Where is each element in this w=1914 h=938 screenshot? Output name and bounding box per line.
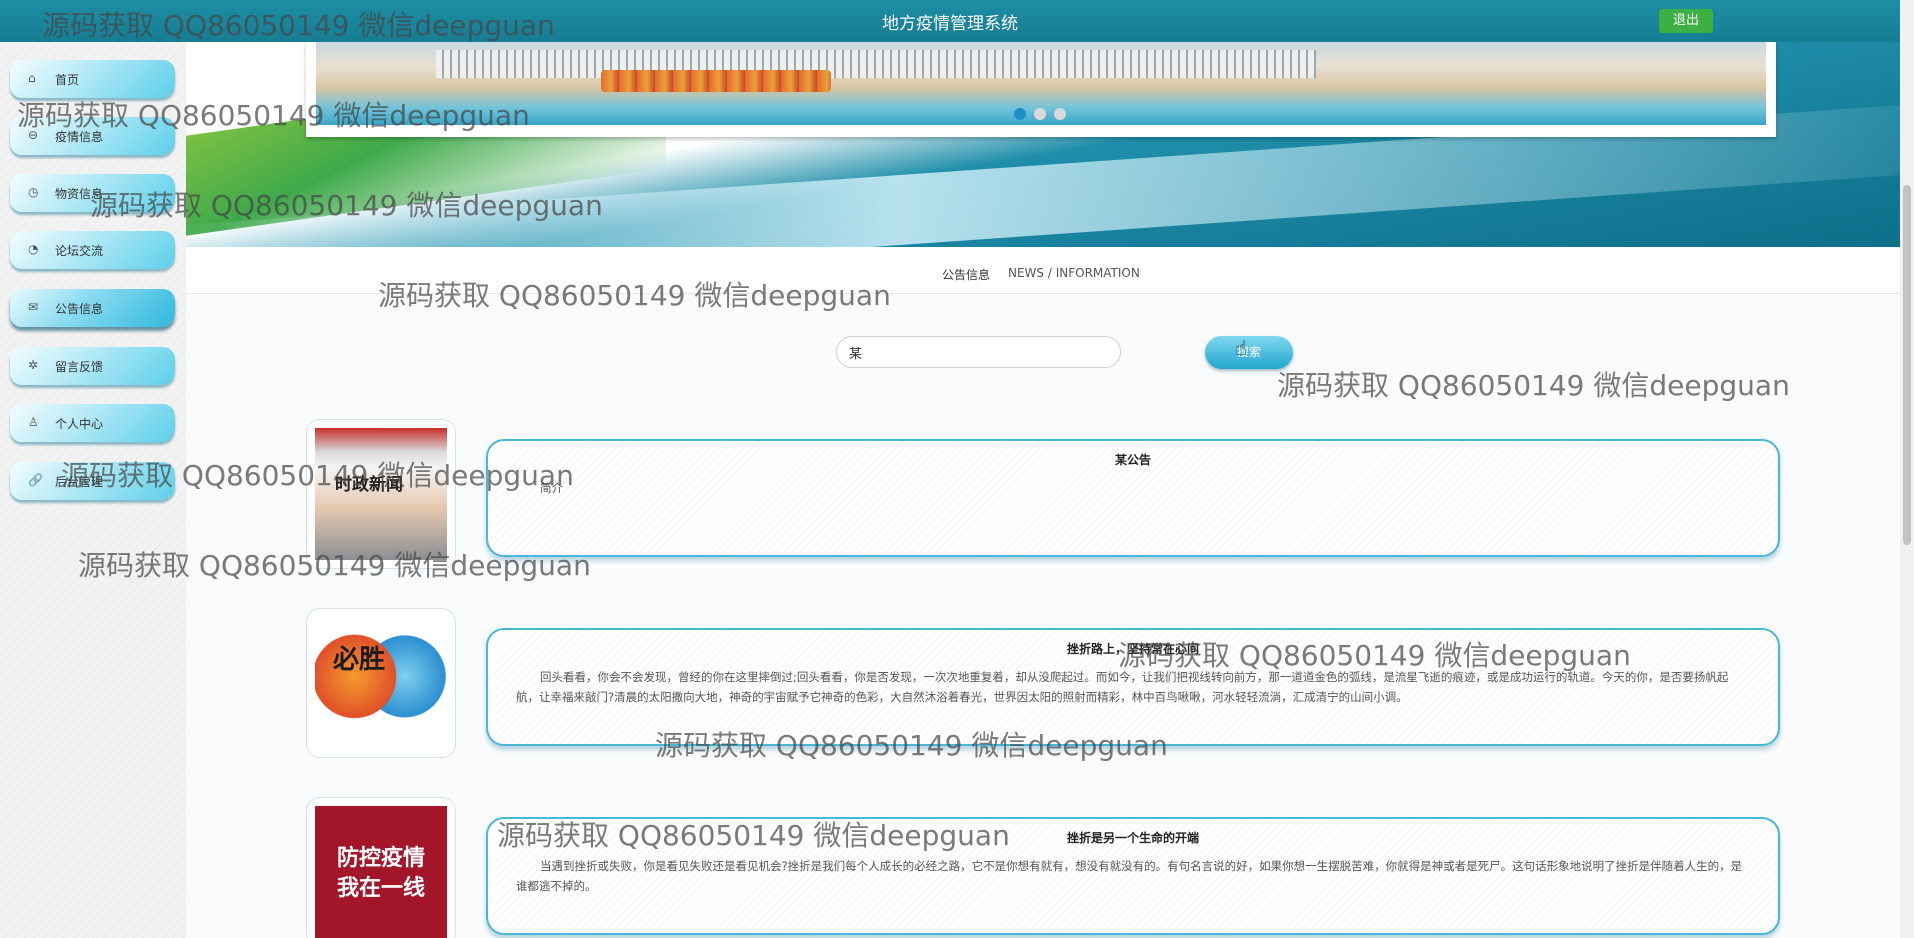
- user-icon: ♙: [28, 415, 39, 429]
- watermark: 源码获取 QQ86050149 微信deepguan: [497, 819, 1010, 852]
- notice-summary: 简介: [540, 481, 563, 495]
- scrollbar-thumb[interactable]: [1903, 185, 1911, 545]
- notice-image-caption: 必胜: [333, 645, 386, 675]
- scrollbar[interactable]: [1900, 0, 1914, 938]
- mail-icon: ✉: [28, 300, 39, 314]
- sidebar-item-forum[interactable]: ◔ 论坛交流: [10, 231, 175, 269]
- carousel-dot[interactable]: [1054, 108, 1066, 120]
- notice-card[interactable]: 某公告 简介: [486, 439, 1780, 557]
- sidebar-item-label: 个人中心: [55, 417, 104, 431]
- sidebar-item-notices[interactable]: ✉ 公告信息: [10, 289, 175, 327]
- search-input[interactable]: [836, 336, 1121, 368]
- carousel-image-detail: [601, 70, 831, 92]
- logout-button[interactable]: 退出: [1659, 9, 1713, 33]
- notice-thumbnail[interactable]: 防控疫情我在一线: [306, 797, 456, 938]
- notice-title: 某公告: [1114, 453, 1151, 467]
- watermark: 源码获取 QQ86050149 微信deepguan: [42, 9, 555, 42]
- sidebar-item-profile[interactable]: ♙ 个人中心: [10, 404, 175, 442]
- feedback-icon: ✲: [28, 358, 39, 372]
- notice-image-caption: 防控疫情我在一线: [336, 846, 425, 901]
- notice-summary: 当遇到挫折或失败，你是看见失败还是看见机会?挫折是我们每个人成长的必经之路，它不…: [516, 859, 1743, 893]
- watermark: 源码获取 QQ86050149 微信deepguan: [378, 279, 891, 312]
- sidebar-item-label: 留言反馈: [55, 360, 104, 374]
- watermark: 源码获取 QQ86050149 微信deepguan: [90, 189, 603, 222]
- sidebar-item-label: 公告信息: [55, 302, 104, 316]
- notice-image: 必胜: [315, 617, 447, 749]
- forum-icon: ◔: [28, 242, 39, 256]
- carousel-dot[interactable]: [1034, 108, 1046, 120]
- sidebar-item-label: 首页: [55, 73, 80, 87]
- notice-thumbnail[interactable]: 必胜: [306, 608, 456, 758]
- gauge-icon: ◷: [28, 185, 39, 199]
- sidebar-item-label: 论坛交流: [55, 244, 104, 258]
- watermark: 源码获取 QQ86050149 微信deepguan: [1277, 369, 1790, 402]
- watermark: 源码获取 QQ86050149 微信deepguan: [17, 99, 530, 132]
- carousel-dot[interactable]: [1014, 108, 1026, 120]
- link-icon: 🔗: [28, 473, 43, 487]
- notice-image: 防控疫情我在一线: [315, 806, 447, 938]
- watermark: 源码获取 QQ86050149 微信deepguan: [655, 729, 1168, 762]
- mouse-cursor-icon: ☝: [1235, 336, 1248, 360]
- sidebar-item-home[interactable]: ⌂ 首页: [10, 60, 175, 98]
- watermark: 源码获取 QQ86050149 微信deepguan: [78, 549, 591, 582]
- watermark: 源码获取 QQ86050149 微信deepguan: [61, 459, 574, 492]
- section-title: 公告信息: [942, 268, 991, 282]
- watermark: 源码获取 QQ86050149 微信deepguan: [1118, 639, 1631, 672]
- home-icon: ⌂: [28, 71, 36, 85]
- notice-image: 时政新闻: [315, 428, 447, 560]
- sidebar-item-feedback[interactable]: ✲ 留言反馈: [10, 347, 175, 385]
- carousel-image-detail: [436, 50, 1316, 78]
- section-subtitle: NEWS / INFORMATION: [1008, 266, 1140, 280]
